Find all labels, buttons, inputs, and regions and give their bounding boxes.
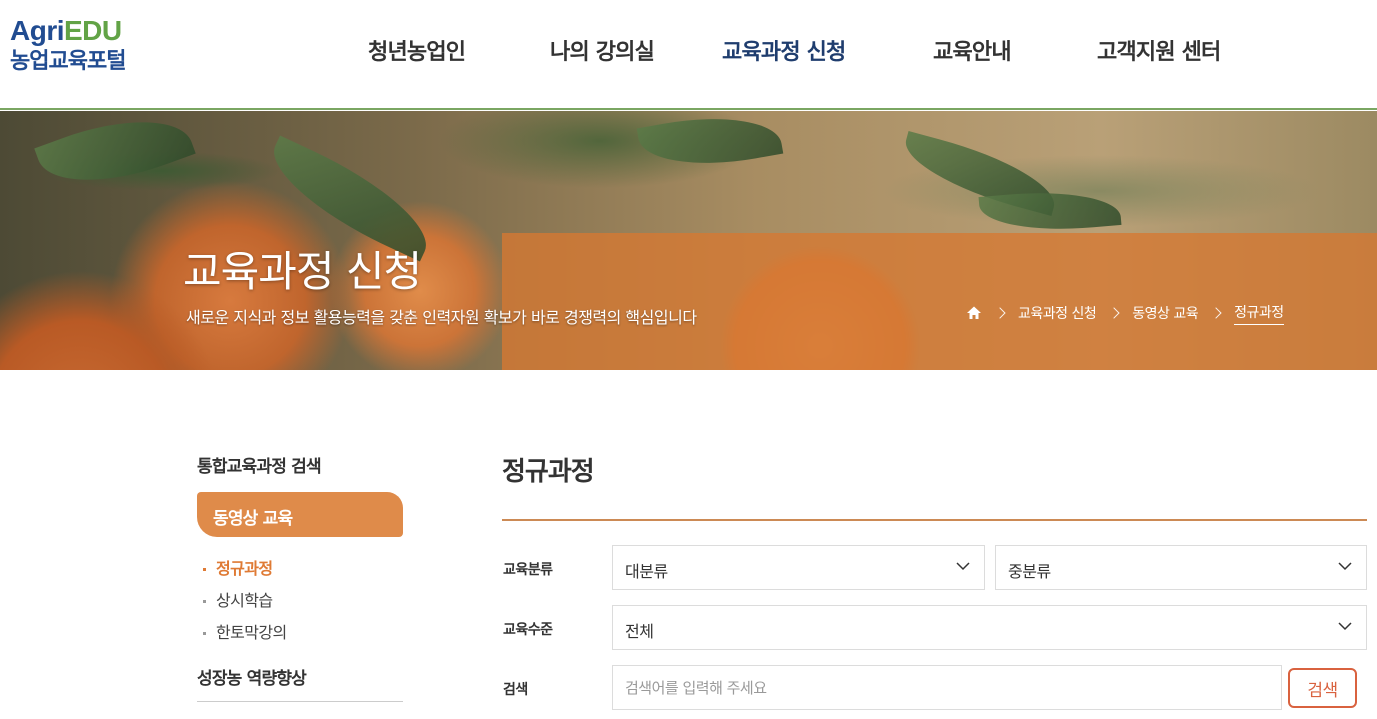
site-logo[interactable]: AgriEDU 농업교육포털 <box>10 14 126 76</box>
banner-title: 교육과정 신청 <box>183 247 422 296</box>
nav-customer-support[interactable]: 고객지원 센터 <box>1097 34 1221 66</box>
sidebar-subitem-regular-course[interactable]: 정규과정 <box>203 555 273 579</box>
sidebar: 통합교육과정 검색 동영상 교육 정규과정 상시학습 한토막강의 성장농 역량향… <box>197 452 403 702</box>
sidebar-divider <box>197 701 403 702</box>
leaf-decoration <box>34 111 196 205</box>
sidebar-subitem-label: 정규과정 <box>216 559 273 578</box>
category-minor-select[interactable]: 중분류 <box>995 545 1367 590</box>
hero-banner: 교육과정 신청 새로운 지식과 정보 활용능력을 갖춘 인력자원 확보가 바로 … <box>0 111 1377 370</box>
category-major-select[interactable]: 대분류 <box>612 545 985 590</box>
search-input[interactable] <box>612 665 1282 710</box>
chevron-down-icon <box>956 562 970 571</box>
leaf-decoration <box>636 111 784 178</box>
category-minor-value: 중분류 <box>1008 562 1051 581</box>
logo-wordmark: AgriEDU <box>10 14 125 48</box>
sidebar-heading-integrated-search[interactable]: 통합교육과정 검색 <box>197 452 403 477</box>
breadcrumb: 교육과정 신청 동영상 교육 정규과정 <box>966 302 1284 325</box>
breadcrumb-regular-course[interactable]: 정규과정 <box>1234 302 1284 325</box>
nav-course-apply[interactable]: 교육과정 신청 <box>722 34 846 66</box>
sidebar-subitem-label: 상시학습 <box>216 591 273 610</box>
search-label: 검색 <box>503 682 528 698</box>
level-label: 교육수준 <box>503 622 553 638</box>
breadcrumb-video-education[interactable]: 동영상 교육 <box>1132 303 1198 323</box>
category-major-value: 대분류 <box>625 562 668 581</box>
chevron-right-icon <box>994 307 1006 319</box>
logo-subtitle: 농업교육포털 <box>10 49 126 74</box>
nav-youth-farmer[interactable]: 청년농업인 <box>368 34 466 66</box>
page-title: 정규과정 <box>502 457 595 487</box>
sidebar-item-video-education[interactable]: 동영상 교육 <box>197 492 403 537</box>
chevron-right-icon <box>1210 307 1222 319</box>
logo-edu: EDU <box>64 15 122 46</box>
breadcrumb-course-apply[interactable]: 교육과정 신청 <box>1018 303 1097 323</box>
chevron-right-icon <box>1108 307 1120 319</box>
home-icon[interactable] <box>966 305 982 321</box>
logo-agri: Agri <box>10 15 65 46</box>
bullet-icon <box>203 600 206 603</box>
title-divider <box>502 519 1367 521</box>
sidebar-subitem-regular-learning[interactable]: 상시학습 <box>203 587 273 611</box>
chevron-down-icon <box>1338 562 1352 571</box>
chevron-down-icon <box>1338 622 1352 631</box>
site-header: AgriEDU 농업교육포털 청년농업인 나의 강의실 교육과정 신청 교육안내… <box>0 0 1377 110</box>
level-value: 전체 <box>625 622 654 641</box>
category-label: 교육분류 <box>503 562 553 578</box>
level-select[interactable]: 전체 <box>612 605 1367 650</box>
sidebar-subitem-label: 한토막강의 <box>216 623 287 642</box>
nav-my-classroom[interactable]: 나의 강의실 <box>550 34 655 66</box>
search-button[interactable]: 검색 <box>1288 668 1357 708</box>
bullet-icon <box>203 568 206 571</box>
sidebar-heading-growth-capacity[interactable]: 성장농 역량향상 <box>197 664 307 689</box>
bullet-icon <box>203 632 206 635</box>
sidebar-subitem-short-lecture[interactable]: 한토막강의 <box>203 619 287 643</box>
nav-education-guide[interactable]: 교육안내 <box>933 34 1012 66</box>
banner-subtitle: 새로운 지식과 정보 활용능력을 갖춘 인력자원 확보가 바로 경쟁력의 핵심입… <box>186 308 697 327</box>
